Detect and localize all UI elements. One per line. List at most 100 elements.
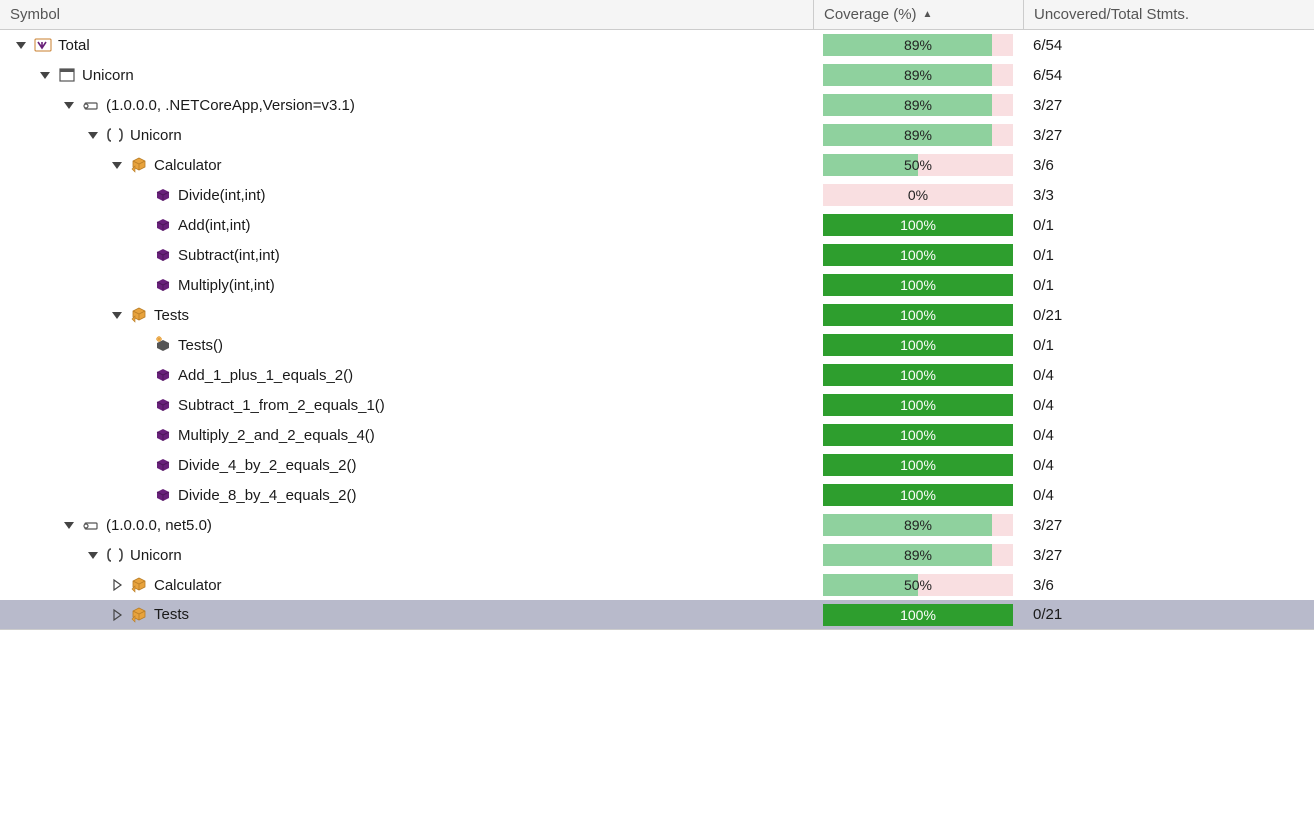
expander-expanded-icon[interactable] [86, 128, 100, 142]
tree-row[interactable]: (1.0.0.0, net5.0)89%3/27 [0, 510, 1314, 540]
tree-row[interactable]: Unicorn89%6/54 [0, 60, 1314, 90]
coverage-percent-label: 100% [900, 277, 936, 293]
class-icon [130, 606, 148, 624]
symbol-cell: Divide(int,int) [0, 180, 813, 210]
stmts-cell: 0/1 [1023, 330, 1314, 360]
stmts-value: 0/4 [1033, 457, 1054, 474]
symbol-cell: Multiply_2_and_2_equals_4() [0, 420, 813, 450]
tree-row[interactable]: Tests100%0/21 [0, 300, 1314, 330]
tree-row[interactable]: Tests() 100% 0/1 [0, 330, 1314, 360]
tree-row[interactable]: Subtract(int,int)100%0/1 [0, 240, 1314, 270]
symbol-cell: Subtract_1_from_2_equals_1() [0, 390, 813, 420]
tree-row[interactable]: Add(int,int)100%0/1 [0, 210, 1314, 240]
tree-row[interactable]: (1.0.0.0, .NETCoreApp,Version=v3.1)89%3/… [0, 90, 1314, 120]
symbol-cell: Calculator [0, 150, 813, 180]
coverage-bar: 50% [823, 154, 1013, 176]
symbol-label: Multiply(int,int) [178, 277, 275, 294]
tree-row[interactable]: Multiply_2_and_2_equals_4() 100% 0/4 [0, 420, 1314, 450]
stmts-cell: 0/1 [1023, 240, 1314, 270]
coverage-bar: 100% [823, 604, 1013, 626]
ctor-icon [154, 336, 172, 354]
coverage-bar: 100% [823, 334, 1013, 356]
rows-container: Total89%6/54Unicorn89%6/54(1.0.0.0, .NET… [0, 30, 1314, 630]
project-icon [58, 66, 76, 84]
symbol-label: Calculator [154, 577, 222, 594]
tree-row[interactable]: Divide_8_by_4_equals_2()100%0/4 [0, 480, 1314, 510]
stmts-cell: 0/1 [1023, 210, 1314, 240]
symbol-label: Tests() [178, 337, 223, 354]
stmts-cell: 0/4 [1023, 390, 1314, 420]
expander-expanded-icon[interactable] [86, 548, 100, 562]
assembly-icon [82, 96, 100, 114]
header-symbol[interactable]: Symbol [0, 0, 813, 30]
symbol-cell: Total [0, 30, 813, 60]
tree-row[interactable]: Subtract_1_from_2_equals_1() 100% 0/4 [0, 390, 1314, 420]
coverage-bar: 100% [823, 274, 1013, 296]
tree-row[interactable]: Divide(int,int)0%3/3 [0, 180, 1314, 210]
symbol-cell: Divide_8_by_4_equals_2() [0, 480, 813, 510]
coverage-cell: 50% [813, 570, 1023, 600]
class-icon [130, 306, 148, 324]
symbol-label: Total [58, 37, 90, 54]
tree-row[interactable]: Divide_4_by_2_equals_2()100%0/4 [0, 450, 1314, 480]
expander-collapsed-icon[interactable] [110, 578, 124, 592]
header-symbol-label: Symbol [10, 6, 60, 23]
coverage-cell: 89% [813, 510, 1023, 540]
stmts-cell: 0/4 [1023, 450, 1314, 480]
coverage-bar: 100% [823, 364, 1013, 386]
stmts-cell: 6/54 [1023, 30, 1314, 60]
header-coverage-label: Coverage (%) [824, 6, 917, 23]
coverage-bar: 100% [823, 424, 1013, 446]
tree-row[interactable]: Tests100%0/21 [0, 600, 1314, 630]
coverage-bar: 89% [823, 514, 1013, 536]
coverage-cell: 89% [813, 60, 1023, 90]
coverage-percent-label: 89% [904, 517, 932, 533]
tree-row[interactable]: Total 89% 6/54 [0, 30, 1314, 60]
expander-expanded-icon[interactable] [62, 518, 76, 532]
coverage-percent-label: 89% [904, 97, 932, 113]
method-icon [154, 246, 172, 264]
tree-row[interactable]: Multiply(int,int)100%0/1 [0, 270, 1314, 300]
tree-row[interactable]: Add_1_plus_1_equals_2()100%0/4 [0, 360, 1314, 390]
coverage-bar: 100% [823, 394, 1013, 416]
expander-expanded-icon[interactable] [62, 98, 76, 112]
header-stmts[interactable]: Uncovered/Total Stmts. [1023, 0, 1314, 30]
method-icon [154, 426, 172, 444]
coverage-bar: 89% [823, 544, 1013, 566]
coverage-percent-label: 100% [900, 247, 936, 263]
tree-row[interactable]: Unicorn89%3/27 [0, 540, 1314, 570]
coverage-cell: 100% [813, 390, 1023, 420]
coverage-bar: 89% [823, 34, 1013, 56]
coverage-cell: 89% [813, 30, 1023, 60]
symbol-cell: Unicorn [0, 540, 813, 570]
method-icon [154, 216, 172, 234]
stmts-cell: 0/21 [1023, 600, 1314, 630]
coverage-cell: 100% [813, 480, 1023, 510]
stmts-value: 0/21 [1033, 307, 1062, 324]
symbol-label: Unicorn [130, 127, 182, 144]
symbol-label: (1.0.0.0, net5.0) [106, 517, 212, 534]
stmts-cell: 0/4 [1023, 420, 1314, 450]
tree-row[interactable]: Calculator 50% 3/6 [0, 150, 1314, 180]
namespace-icon [106, 546, 124, 564]
expander-expanded-icon[interactable] [110, 158, 124, 172]
coverage-bar: 100% [823, 484, 1013, 506]
coverage-percent-label: 100% [900, 307, 936, 323]
symbol-label: Calculator [154, 157, 222, 174]
stmts-value: 0/4 [1033, 367, 1054, 384]
coverage-percent-label: 100% [900, 337, 936, 353]
method-icon [154, 276, 172, 294]
expander-expanded-icon[interactable] [38, 68, 52, 82]
header-coverage[interactable]: Coverage (%) ▲ [813, 0, 1023, 30]
tree-row[interactable]: Unicorn89%3/27 [0, 120, 1314, 150]
method-icon [154, 396, 172, 414]
coverage-percent-label: 50% [904, 577, 932, 593]
coverage-percent-label: 0% [908, 187, 928, 203]
tree-row[interactable]: Calculator50%3/6 [0, 570, 1314, 600]
expander-expanded-icon[interactable] [14, 38, 28, 52]
expander-collapsed-icon[interactable] [110, 608, 124, 622]
expander-expanded-icon[interactable] [110, 308, 124, 322]
stmts-value: 3/6 [1033, 157, 1054, 174]
stmts-cell: 0/4 [1023, 360, 1314, 390]
symbol-cell: Add(int,int) [0, 210, 813, 240]
